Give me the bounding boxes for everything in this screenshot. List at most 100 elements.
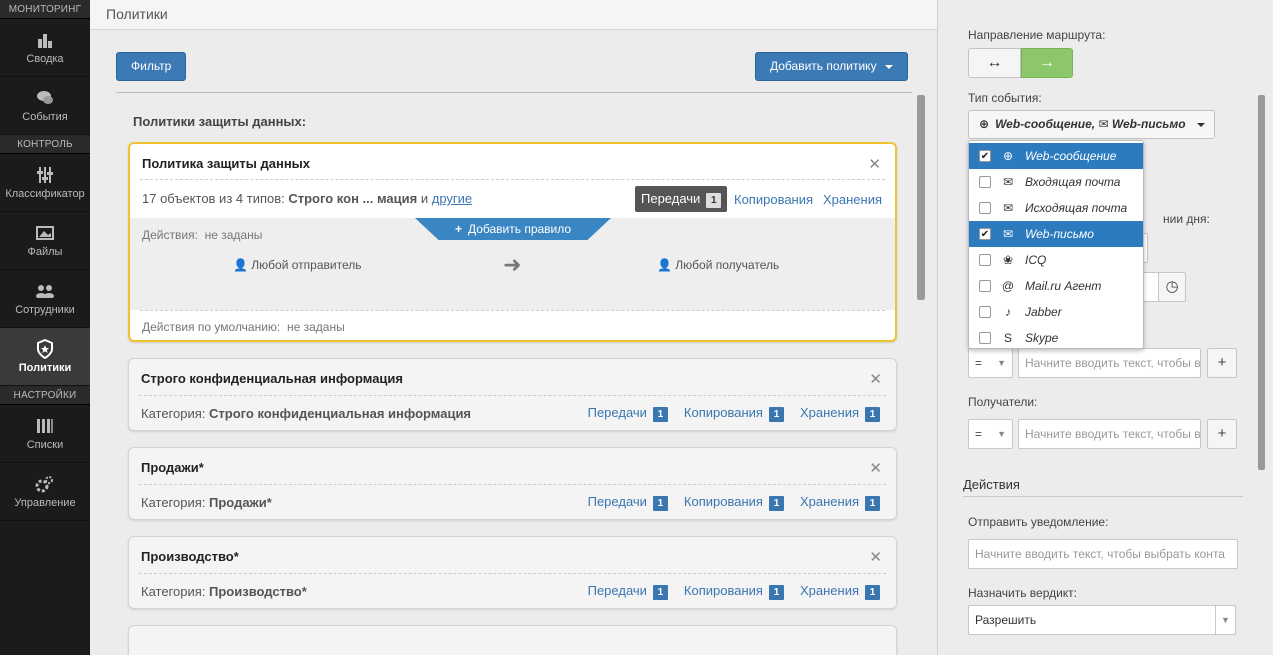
tab-transfers[interactable]: Передачи 1 [588,583,668,600]
tab-copies[interactable]: Копирования [734,192,813,207]
dropdown-item-icq[interactable]: ❀ ICQ [969,247,1143,273]
checkbox[interactable] [979,176,991,188]
policy-card[interactable]: Строго конфиденциальная информация ✕ Кат… [128,358,897,431]
tab-storage[interactable]: Хранения 1 [800,494,880,511]
tab-transfers[interactable]: Передачи 1 [588,405,668,422]
close-icon[interactable]: ✕ [869,370,882,388]
close-icon[interactable]: ✕ [868,155,881,173]
add-recipient-button[interactable]: + [1207,419,1237,449]
others-link[interactable]: другие [432,191,472,206]
dropdown-item-outgoing-mail[interactable]: ✉ Исходящая почта [969,195,1143,221]
count-badge: 1 [706,193,722,208]
checkbox[interactable] [979,280,991,292]
route-label: Направление маршрута: [968,28,1106,42]
checkbox[interactable] [979,254,991,266]
event-type-select[interactable]: ⊕ Web-сообщение, ✉ Web-письмо [968,110,1215,139]
verdict-value: Разрешить [975,613,1037,627]
sidebar: МОНИТОРИНГ Сводка События КОНТРОЛЬ Класс… [0,0,90,655]
link-label: Копирования [683,583,763,598]
policy-card[interactable]: Производство* ✕ Категория: Производство*… [128,536,897,609]
sidebar-item-policies[interactable]: Политики [0,328,90,386]
default-actions: Действия по умолчанию: не заданы [142,320,345,334]
caret-down-icon: ▼ [997,358,1006,368]
rule-actions: Действия: не заданы [142,228,262,242]
sidebar-item-management[interactable]: Управление [0,463,90,521]
tab-storage[interactable]: Хранения 1 [800,405,880,422]
caret-down-icon [1196,122,1205,127]
filter-button[interactable]: Фильтр [116,52,187,81]
receiver[interactable]: 👤 Любой получатель [657,258,779,272]
count-badge: 1 [652,585,668,600]
bar-chart-icon [34,31,56,49]
divider [139,395,886,396]
route-both-button[interactable]: ↔ [968,48,1021,78]
sidebar-item-employees[interactable]: Сотрудники [0,270,90,328]
checkbox[interactable]: ✔ [979,228,991,240]
close-icon[interactable]: ✕ [869,459,882,477]
caret-down-icon: ▼ [1215,606,1235,634]
add-sender-button[interactable]: + [1207,348,1237,378]
recipients-input[interactable]: Начните вводить текст, чтобы в [1018,419,1201,449]
skype-icon: S [1003,331,1012,345]
tab-copies[interactable]: Копирования 1 [684,494,784,511]
tab-transfers[interactable]: Передачи 1 [588,494,668,511]
operator-select[interactable]: = ▼ [968,419,1013,449]
arrow-right-icon: ➜ [503,252,522,277]
close-icon[interactable]: ✕ [869,548,882,566]
at-icon: @ [1001,279,1015,293]
dropdown-item-skype[interactable]: S Skype [969,325,1143,351]
checkbox[interactable] [979,306,991,318]
scrollbar[interactable] [1258,95,1265,470]
event-type-label: Тип события: [968,91,1042,105]
divider [139,484,886,485]
tab-storage[interactable]: Хранения 1 [800,583,880,600]
sidebar-section-control: КОНТРОЛЬ [0,135,90,154]
add-policy-button[interactable]: Добавить политику [755,52,908,81]
dropdown-item-web-message[interactable]: ✔ ⊕ Web-сообщение [969,143,1143,169]
sidebar-item-label: Управление [14,496,76,509]
sidebar-item-classifier[interactable]: Классификатор [0,154,90,212]
count-badge: 1 [768,496,784,511]
policy-card[interactable]: Продажи* ✕ Категория: Продажи* Передачи 1… [128,447,897,520]
sidebar-item-summary[interactable]: Сводка [0,19,90,77]
chat-icon [34,89,56,107]
caret-down-icon: ▼ [997,429,1006,439]
sender[interactable]: 👤 Любой отправитель [233,258,361,272]
policy-card-active[interactable]: Политика защиты данных ✕ 17 объектов из … [128,142,897,342]
link-label: Копирования [683,494,763,509]
clock-icon[interactable]: ◷ [1158,272,1186,302]
policy-title: Строго конфиденциальная информация [141,371,404,386]
dropdown-item-web-mail[interactable]: ✔ ✉ Web-письмо [969,221,1143,247]
senders-input[interactable]: Начните вводить текст, чтобы в [1018,348,1201,378]
sidebar-item-events[interactable]: События [0,77,90,135]
sidebar-item-label: Сводка [26,52,64,65]
gears-icon [34,475,56,493]
route-one-button[interactable]: → [1021,48,1073,78]
tab-copies[interactable]: Копирования 1 [684,583,784,600]
dropdown-item-mailru-agent[interactable]: @ Mail.ru Агент [969,273,1143,299]
tab-transfers[interactable]: Передачи 1 [635,186,728,212]
operator-select[interactable]: = ▼ [968,348,1013,378]
item-label: Skype [1025,331,1059,345]
divider [139,573,886,574]
dropdown-item-jabber[interactable]: ♪ Jabber [969,299,1143,325]
notify-input[interactable]: Начните вводить текст, чтобы выбрать кон… [968,539,1238,569]
verdict-select[interactable]: Разрешить ▼ [968,605,1236,635]
policy-card[interactable] [128,625,897,655]
sidebar-item-lists[interactable]: Списки [0,405,90,463]
tab-storage[interactable]: Хранения [823,192,882,207]
checkbox[interactable]: ✔ [979,150,991,162]
dropdown-item-incoming-mail[interactable]: ✉ Входящая почта [969,169,1143,195]
sidebar-item-files[interactable]: Файлы [0,212,90,270]
checkbox[interactable] [979,202,991,214]
count-badge: 1 [865,585,880,600]
scrollbar[interactable] [917,95,925,300]
link-label: Хранения [799,405,859,420]
summary-prefix: 17 объектов из 4 типов: [142,191,289,206]
category-label: Категория: [141,584,206,599]
add-rule-button[interactable]: + Добавить правило [415,218,611,240]
tab-copies[interactable]: Копирования 1 [684,405,784,422]
count-badge: 1 [865,496,880,511]
checkbox[interactable] [979,332,991,344]
main-content: Политики Фильтр Добавить политику Полити… [90,0,938,655]
